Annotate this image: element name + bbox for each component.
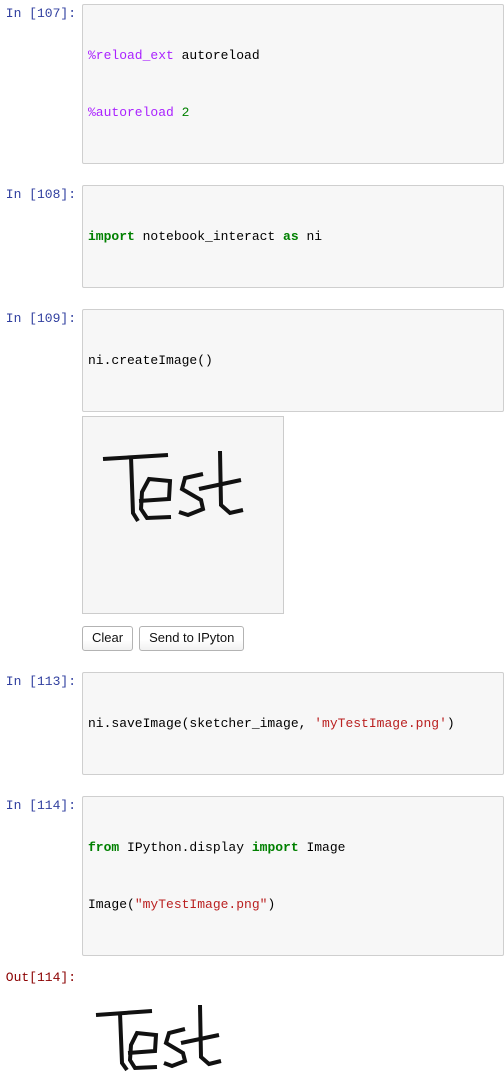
code-token: ni.saveImage(sketcher_image, [88,716,315,731]
sketch-canvas[interactable] [82,416,284,614]
code-line: Image("myTestImage.png") [88,895,499,914]
send-to-ipython-button[interactable]: Send to IPyton [139,626,245,651]
code-token: notebook_interact [134,229,284,244]
input-prompt-114[interactable]: In [114]: [0,796,82,815]
code-input-108[interactable]: import notebook_interact as ni [82,185,504,288]
code-token: 2 [181,105,190,120]
notebook-body: In [107]: %reload_ext autoreload %autore… [0,4,504,1072]
sketcher-widget-body: Clear Send to IPyton [82,412,504,651]
code-token: IPython.display [119,840,252,855]
code-input-109[interactable]: ni.createImage() [82,309,504,412]
code-token: %autoreload [88,105,174,120]
code-line: import notebook_interact as ni [88,227,499,246]
output-prompt-114[interactable]: Out[114]: [0,968,82,987]
image-output-row [0,987,504,1086]
prompt-spacer [0,412,82,651]
code-line: %reload_ext autoreload [88,46,499,65]
code-token: "myTestImage.png" [134,897,268,912]
code-token: autoreload [173,48,260,63]
code-token: import [251,840,299,855]
notebook-cell-114[interactable]: In [114]: from IPython.display import Im… [0,796,504,956]
cell-gap [0,288,504,309]
code-token: ) [446,716,455,731]
code-token: Image( [88,897,135,912]
cell-gap [0,956,504,968]
input-prompt-107[interactable]: In [107]: [0,4,82,23]
code-token: 'myTestImage.png' [314,716,447,731]
prompt-spacer [0,987,82,1086]
code-token: ) [267,897,276,912]
input-prompt-113[interactable]: In [113]: [0,672,82,691]
result-image [95,1004,222,1072]
code-line: ni.saveImage(sketcher_image, 'myTestImag… [88,714,499,733]
clear-button[interactable]: Clear [82,626,134,651]
notebook-cell-107[interactable]: In [107]: %reload_ext autoreload %autore… [0,4,504,164]
code-line: from IPython.display import Image [88,838,499,857]
code-token: from [88,840,120,855]
code-token: ni [298,229,323,244]
code-token: %reload_ext [88,48,174,63]
cell-gap [0,775,504,796]
notebook-cell-113[interactable]: In [113]: ni.saveImage(sketcher_image, '… [0,672,504,775]
cell-gap [0,651,504,672]
input-prompt-109[interactable]: In [109]: [0,309,82,328]
code-input-114[interactable]: from IPython.display import Image Image(… [82,796,504,956]
code-input-113[interactable]: ni.saveImage(sketcher_image, 'myTestImag… [82,672,504,775]
code-line: ni.createImage() [88,351,499,370]
input-prompt-108[interactable]: In [108]: [0,185,82,204]
cell-gap [0,164,504,185]
sketcher-button-row: Clear Send to IPyton [82,626,504,651]
sketch-canvas-drawing [102,450,244,523]
code-input-107[interactable]: %reload_ext autoreload %autoreload 2 [82,4,504,164]
code-token: Image [298,840,346,855]
notebook-output-114: Out[114]: [0,968,504,987]
notebook-cell-109[interactable]: In [109]: ni.createImage() [0,309,504,412]
notebook-cell-108[interactable]: In [108]: import notebook_interact as ni [0,185,504,288]
code-token: import [88,229,135,244]
code-token: ni.createImage() [88,353,213,368]
code-token: as [283,229,299,244]
image-output-body [82,987,504,1086]
sketcher-widget-output: Clear Send to IPyton [0,412,504,651]
code-line: %autoreload 2 [88,103,499,122]
